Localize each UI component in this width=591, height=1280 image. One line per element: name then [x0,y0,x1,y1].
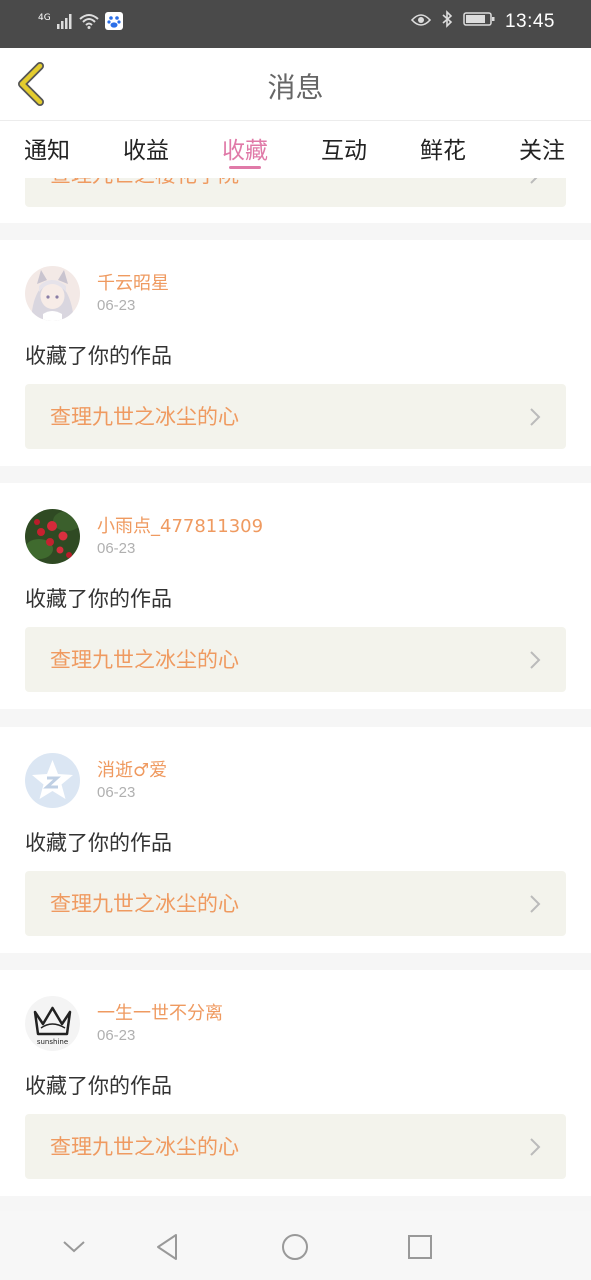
tab-notifications[interactable]: 通知 [24,131,70,165]
list-item: 消逝♂爱 06-23 收藏了你的作品 查理九世之冰尘的心 [0,727,591,953]
work-title: 查理九世之冰尘的心 [50,1135,239,1159]
timestamp: 06-23 [97,540,136,557]
list-item: sunshine 一生一世不分离 06-23 收藏了你的作品 查理九世之冰尘的心 [0,970,591,1196]
recents-square-icon [408,1235,432,1259]
battery-icon [463,11,495,32]
nav-home-button[interactable] [277,1229,313,1265]
back-triangle-icon [157,1234,177,1260]
avatar[interactable] [25,753,80,808]
chevron-right-icon [530,895,541,913]
work-title: 查理九世之冰尘的心 [50,892,239,916]
work-title: 查理九世之樱花学院 [50,178,239,189]
nav-recents-button[interactable] [402,1229,438,1265]
work-title: 查理九世之冰尘的心 [50,648,239,672]
chevron-right-icon [530,1138,541,1156]
status-right: 13:45 [410,10,555,33]
work-link[interactable]: 查理九世之冰尘的心 [25,627,566,692]
timestamp: 06-23 [97,784,136,801]
tab-earnings[interactable]: 收益 [123,131,169,165]
tab-bar: 通知 收益 收藏 互动 鲜花 关注 [0,121,591,178]
signal-icon [56,13,73,33]
avatar-caption: sunshine [37,1038,68,1046]
wifi-icon [79,13,99,33]
username[interactable]: 千云昭星 [97,269,169,295]
chevron-down-icon [63,1241,85,1253]
clock: 13:45 [504,10,555,32]
message-list[interactable]: 查理九世之樱花学院 千云昭星 06-23 收藏了你的作品 查理九世之冰尘的心 [0,178,591,1211]
home-circle-icon [282,1234,308,1260]
action-text: 收藏了你的作品 [25,344,172,368]
nav-hide-button[interactable] [56,1229,92,1265]
tab-interaction[interactable]: 互动 [321,131,367,165]
work-title: 查理九世之冰尘的心 [50,405,239,429]
chevron-right-icon [530,178,538,184]
avatar[interactable] [25,509,80,564]
bluetooth-icon [441,10,453,33]
username[interactable]: 一生一世不分离 [97,999,223,1025]
work-link[interactable]: 查理九世之冰尘的心 [25,871,566,936]
active-tab-indicator [229,166,261,169]
header-bar: 消息 [0,48,591,121]
list-item: 小雨点_477811309 06-23 收藏了你的作品 查理九世之冰尘的心 [0,483,591,709]
system-nav-bar [0,1211,591,1280]
network-type: 4G [38,13,51,23]
status-left: 4G [38,12,123,34]
username[interactable]: 小雨点_477811309 [97,512,263,538]
list-item-partial: 查理九世之樱花学院 [0,178,591,223]
list-item: 千云昭星 06-23 收藏了你的作品 查理九世之冰尘的心 [0,240,591,466]
action-text: 收藏了你的作品 [25,1074,172,1098]
eye-icon [410,11,432,32]
status-bar: 4G 13:45 [0,0,591,48]
page-title: 消息 [267,71,324,104]
baidu-app-icon [104,12,123,34]
action-text: 收藏了你的作品 [25,831,172,855]
work-link[interactable]: 查理九世之冰尘的心 [25,1114,566,1179]
timestamp: 06-23 [97,1027,136,1044]
chevron-right-icon [530,651,541,669]
tab-flowers[interactable]: 鲜花 [420,131,466,165]
avatar[interactable]: sunshine [25,996,80,1051]
tab-favorites[interactable]: 收藏 [222,131,268,165]
avatar[interactable] [25,266,80,321]
action-text: 收藏了你的作品 [25,587,172,611]
timestamp: 06-23 [97,297,136,314]
nav-back-button[interactable] [150,1229,186,1265]
chevron-right-icon [530,408,541,426]
work-link[interactable]: 查理九世之樱花学院 [25,178,566,207]
tab-following[interactable]: 关注 [519,131,565,165]
work-link[interactable]: 查理九世之冰尘的心 [25,384,566,449]
username[interactable]: 消逝♂爱 [97,756,167,782]
